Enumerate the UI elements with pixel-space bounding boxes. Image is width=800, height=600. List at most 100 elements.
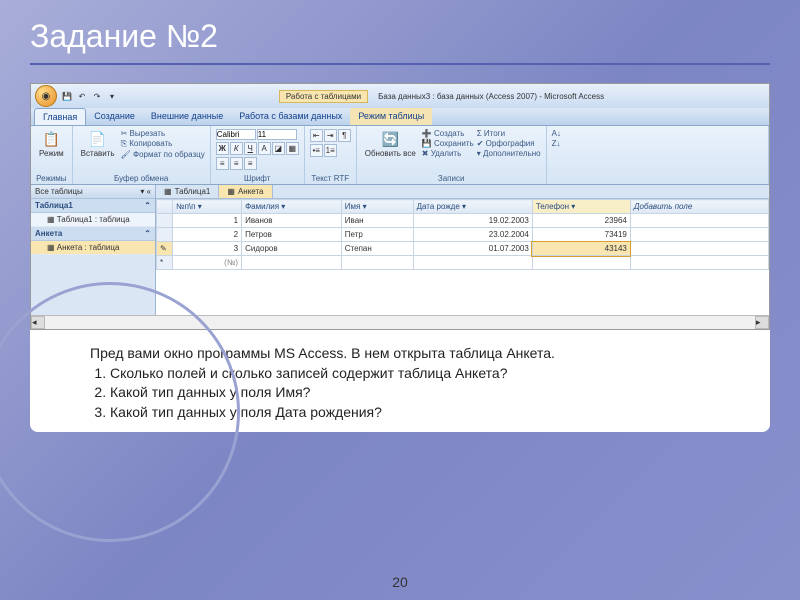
question-3: Какой тип данных у поля Дата рождения?	[110, 403, 730, 423]
undo-icon[interactable]: ↶	[76, 90, 88, 102]
spelling-button[interactable]: ✔ Орфография	[477, 139, 541, 148]
col-phone[interactable]: Телефон ▾	[532, 200, 630, 214]
group-font: Ж К Ч A ◪ ▦ ≡ ≡ ≡ Шрифт	[211, 126, 305, 184]
table-row[interactable]: 2 Петров Петр 23.02.2004 73419	[157, 228, 769, 242]
sort-asc-button[interactable]: A↓	[552, 129, 561, 138]
align-right-button[interactable]: ≡	[244, 157, 257, 170]
table-row[interactable]: 1 Иванов Иван 19.02.2003 23964	[157, 214, 769, 228]
window-title: База данных3 : база данных (Access 2007)…	[378, 92, 604, 101]
slide-title: Задание №2	[0, 0, 800, 63]
bold-button[interactable]: Ж	[216, 142, 229, 155]
question-1: Сколько полей и сколько записей содержит…	[110, 364, 730, 384]
tab-external[interactable]: Внешние данные	[143, 108, 231, 125]
view-button[interactable]: 📋 Режим	[36, 129, 67, 159]
gridlines-button[interactable]: ▦	[286, 142, 299, 155]
table-row[interactable]: ✎ 3 Сидоров Степан 01.07.2003 43143	[157, 242, 769, 256]
content-frame: ◉ 💾 ↶ ↷ ▾ Работа с таблицами База данных…	[30, 83, 770, 432]
refresh-button[interactable]: 🔄 Обновить все	[362, 129, 419, 159]
document-area: ▦ Таблица1 ▦ Анкета №п\п ▾ Фамилия ▾ Имя…	[156, 185, 769, 315]
redo-icon[interactable]: ↷	[91, 90, 103, 102]
align-center-button[interactable]: ≡	[230, 157, 243, 170]
col-name[interactable]: Имя ▾	[341, 200, 413, 214]
view-icon: 📋	[42, 130, 60, 148]
group-font-label: Шрифт	[216, 174, 299, 183]
font-color-button[interactable]: A	[258, 142, 271, 155]
col-num[interactable]: №п\п ▾	[173, 200, 242, 214]
tab-dbtools[interactable]: Работа с базами данных	[231, 108, 350, 125]
group-clipboard: 📄 Вставить ✂ Вырезать ⎘ Копировать 🖌 Фор…	[73, 126, 211, 184]
list-bullets-button[interactable]: •≡	[310, 144, 323, 157]
underline-button[interactable]: Ч	[244, 142, 257, 155]
table-new-row[interactable]: * (№)	[157, 256, 769, 270]
title-underline	[30, 63, 770, 65]
datasheet: №п\п ▾ Фамилия ▾ Имя ▾ Дата рожде ▾ Теле…	[156, 199, 769, 315]
nav-group-table1[interactable]: Таблица1⌃	[31, 199, 155, 213]
nav-header[interactable]: Все таблицы▾ «	[31, 185, 155, 199]
paste-icon: 📄	[89, 130, 107, 148]
tab-table-mode[interactable]: Режим таблицы	[350, 108, 432, 125]
scroll-right-button[interactable]: ▸	[755, 316, 769, 329]
collapse-icon: ⌃	[144, 201, 151, 210]
fill-color-button[interactable]: ◪	[272, 142, 285, 155]
group-rtf-label: Текст RTF	[310, 174, 351, 183]
chevron-down-icon: ▾ «	[140, 187, 151, 196]
workspace: Все таблицы▾ « Таблица1⌃ ▦ Таблица1 : та…	[31, 185, 769, 315]
navigation-pane: Все таблицы▾ « Таблица1⌃ ▦ Таблица1 : та…	[31, 185, 156, 315]
nav-item-anketa[interactable]: ▦ Анкета : таблица	[31, 241, 155, 255]
font-size-input[interactable]	[257, 129, 297, 140]
nav-group-anketa[interactable]: Анкета⌃	[31, 227, 155, 241]
quick-access-toolbar: 💾 ↶ ↷ ▾	[61, 90, 118, 102]
group-rtf: ⇤ ⇥ ¶ •≡ 1≡ Текст RTF	[305, 126, 357, 184]
collapse-icon: ⌃	[144, 229, 151, 238]
view-label: Режим	[39, 149, 64, 158]
col-add-field[interactable]: Добавить поле	[630, 200, 768, 214]
qat-dropdown-icon[interactable]: ▾	[106, 90, 118, 102]
doc-tab-table1[interactable]: ▦ Таблица1	[156, 185, 219, 198]
paste-button[interactable]: 📄 Вставить	[78, 129, 118, 159]
row-selector-header[interactable]	[157, 200, 173, 214]
cut-button[interactable]: ✂ Вырезать	[121, 129, 205, 138]
ltr-button[interactable]: ¶	[338, 129, 351, 142]
sort-desc-button[interactable]: Z↓	[552, 139, 561, 148]
title-bar: ◉ 💾 ↶ ↷ ▾ Работа с таблицами База данных…	[31, 84, 769, 108]
row-selector-new[interactable]: *	[157, 256, 173, 270]
group-views-label: Режимы	[36, 174, 67, 183]
group-clipboard-label: Буфер обмена	[78, 174, 205, 183]
italic-button[interactable]: К	[230, 142, 243, 155]
font-name-input[interactable]	[216, 129, 256, 140]
list-numbers-button[interactable]: 1≡	[324, 144, 337, 157]
col-surname[interactable]: Фамилия ▾	[242, 200, 342, 214]
ribbon-body: 📋 Режим Режимы 📄 Вставить ✂ Вырезать ⎘ К…	[31, 126, 769, 185]
horizontal-scrollbar[interactable]: ◂ ▸	[31, 315, 769, 329]
delete-record-button[interactable]: ✖ Удалить	[422, 149, 474, 158]
office-button[interactable]: ◉	[35, 85, 57, 107]
tab-create[interactable]: Создание	[86, 108, 143, 125]
ribbon-tabs: Главная Создание Внешние данные Работа с…	[31, 108, 769, 126]
context-tab-label: Работа с таблицами	[279, 90, 368, 103]
tab-home[interactable]: Главная	[34, 108, 86, 125]
access-window: ◉ 💾 ↶ ↷ ▾ Работа с таблицами База данных…	[30, 83, 770, 330]
save-record-button[interactable]: 💾 Сохранить	[422, 139, 474, 148]
indent-increase-button[interactable]: ⇥	[324, 129, 337, 142]
group-records: 🔄 Обновить все ➕ Создать 💾 Сохранить ✖ У…	[357, 126, 547, 184]
paste-label: Вставить	[81, 149, 115, 158]
group-sort-find: A↓ Z↓	[547, 126, 769, 184]
totals-button[interactable]: Σ Итоги	[477, 129, 541, 138]
copy-button[interactable]: ⎘ Копировать	[121, 139, 205, 149]
indent-decrease-button[interactable]: ⇤	[310, 129, 323, 142]
row-selector[interactable]	[157, 228, 173, 242]
scroll-track[interactable]	[45, 316, 755, 329]
row-selector-current[interactable]: ✎	[157, 242, 173, 256]
align-left-button[interactable]: ≡	[216, 157, 229, 170]
format-painter-button[interactable]: 🖌 Формат по образцу	[121, 150, 205, 159]
row-selector[interactable]	[157, 214, 173, 228]
new-record-button[interactable]: ➕ Создать	[422, 129, 474, 138]
scroll-left-button[interactable]: ◂	[31, 316, 45, 329]
save-icon[interactable]: 💾	[61, 90, 73, 102]
refresh-label: Обновить все	[365, 149, 416, 158]
col-date[interactable]: Дата рожде ▾	[413, 200, 532, 214]
data-table: №п\п ▾ Фамилия ▾ Имя ▾ Дата рожде ▾ Теле…	[156, 199, 769, 270]
nav-item-table1[interactable]: ▦ Таблица1 : таблица	[31, 213, 155, 227]
doc-tab-anketa[interactable]: ▦ Анкета	[219, 185, 272, 198]
more-button[interactable]: ▾ Дополнительно	[477, 149, 541, 158]
